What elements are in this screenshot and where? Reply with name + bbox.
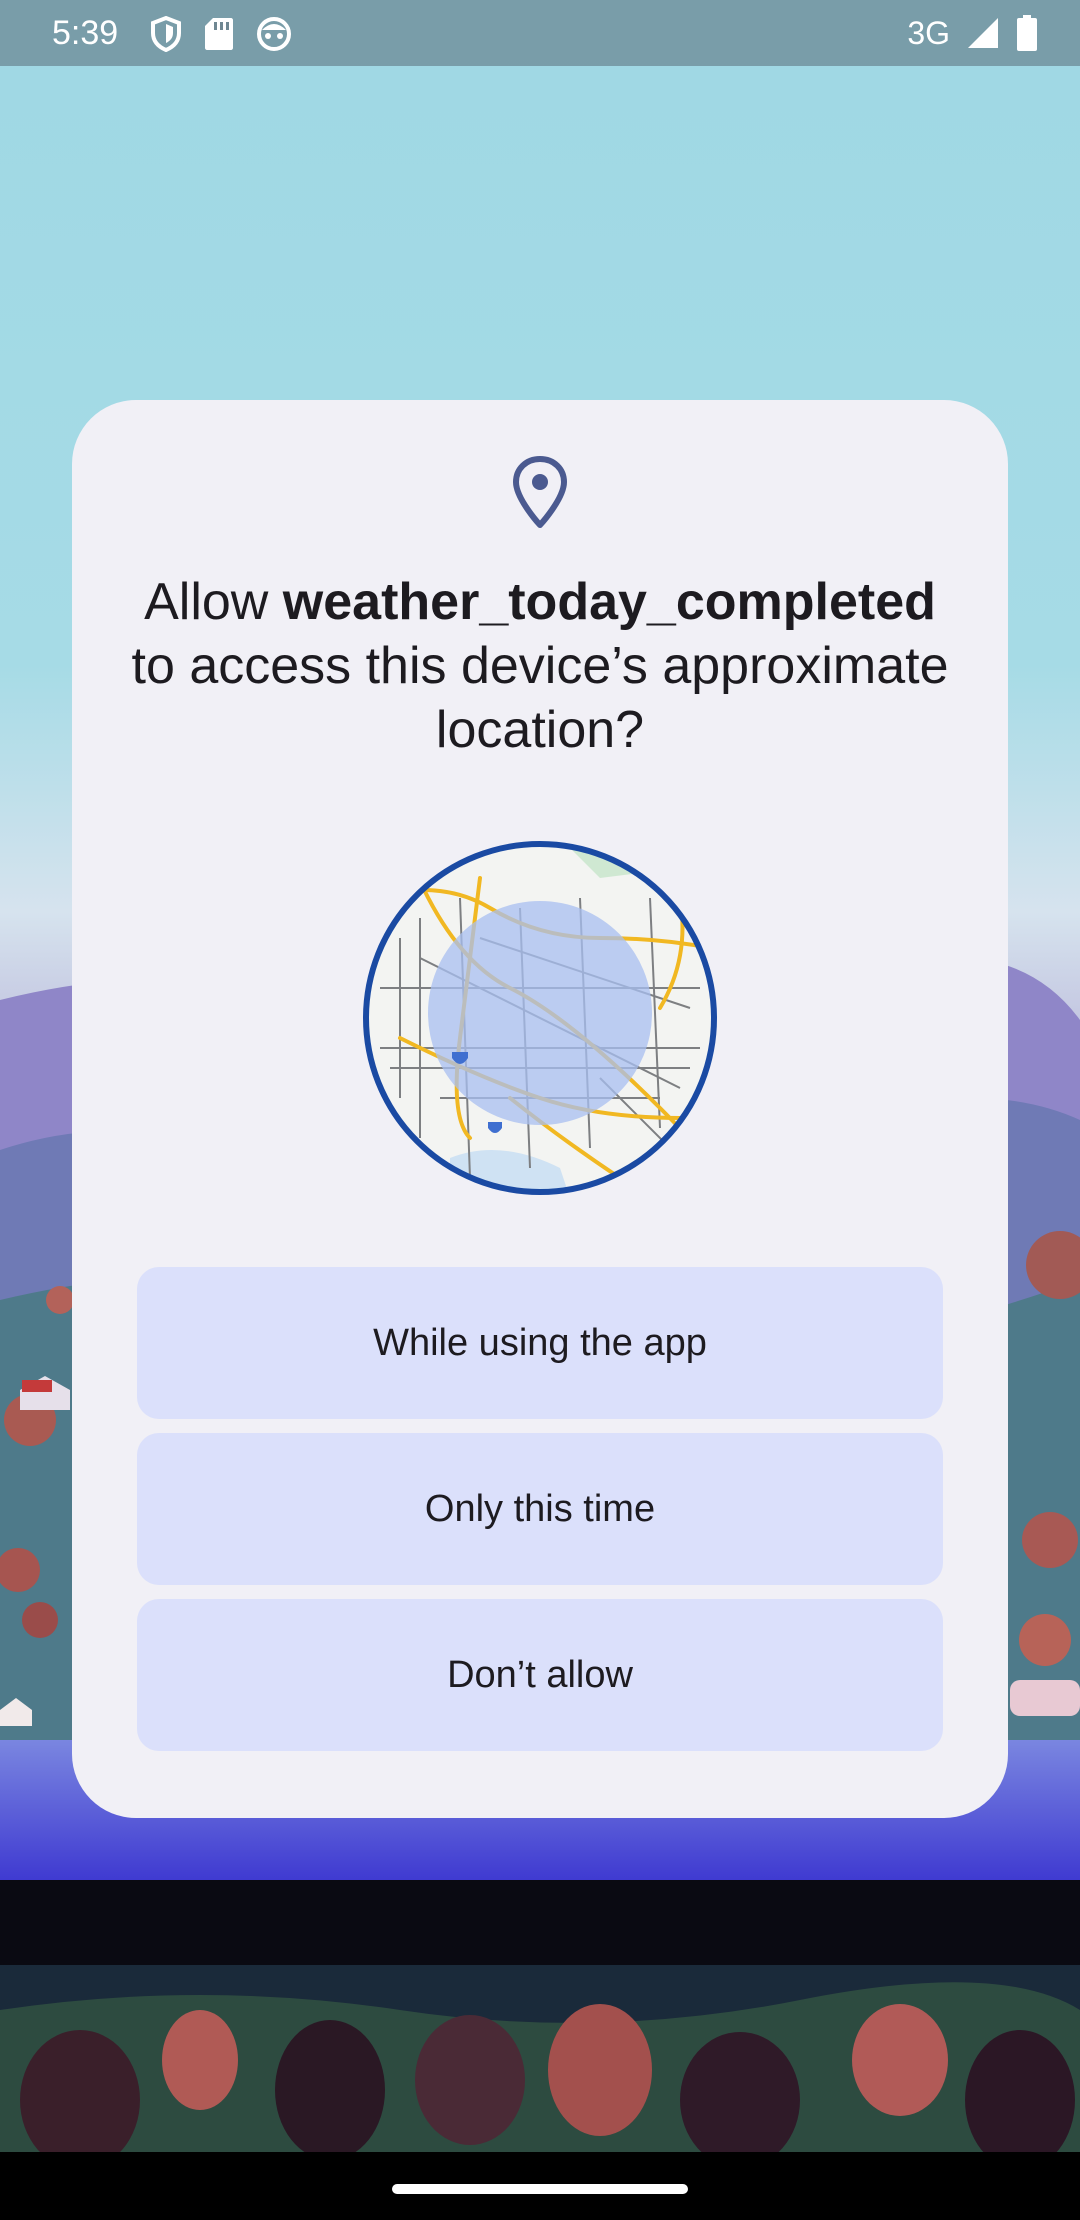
status-icons-left	[150, 14, 292, 54]
while-using-app-button[interactable]: While using the app	[137, 1267, 943, 1419]
dialog-title: Allow weather_today_completedto access t…	[112, 570, 968, 762]
status-bar: 5:39 3G	[0, 0, 1080, 66]
shield-icon	[151, 16, 181, 52]
dont-allow-button[interactable]: Don’t allow	[137, 1599, 943, 1751]
sd-card-icon	[205, 18, 233, 50]
screen: 5:39 3G Allow weather_today_completed to…	[0, 0, 1080, 2220]
approximate-location-map	[363, 841, 717, 1195]
app-name: weather_today_completed	[282, 573, 936, 631]
android-face-icon	[257, 17, 291, 51]
title-prefix: Allow	[144, 573, 283, 631]
network-type: 3G	[907, 15, 950, 51]
status-time: 5:39	[52, 14, 119, 52]
signal-icon	[968, 18, 998, 48]
location-pin-icon	[513, 456, 567, 528]
only-this-time-button[interactable]: Only this time	[137, 1433, 943, 1585]
battery-icon	[1017, 15, 1037, 51]
home-gesture-handle[interactable]	[392, 2184, 688, 2194]
title-suffix: to access this device’s approximate loca…	[131, 637, 949, 759]
permission-dialog: Allow weather_today_completedto access t…	[72, 400, 1008, 1818]
status-icons-right: 3G	[907, 12, 1038, 54]
